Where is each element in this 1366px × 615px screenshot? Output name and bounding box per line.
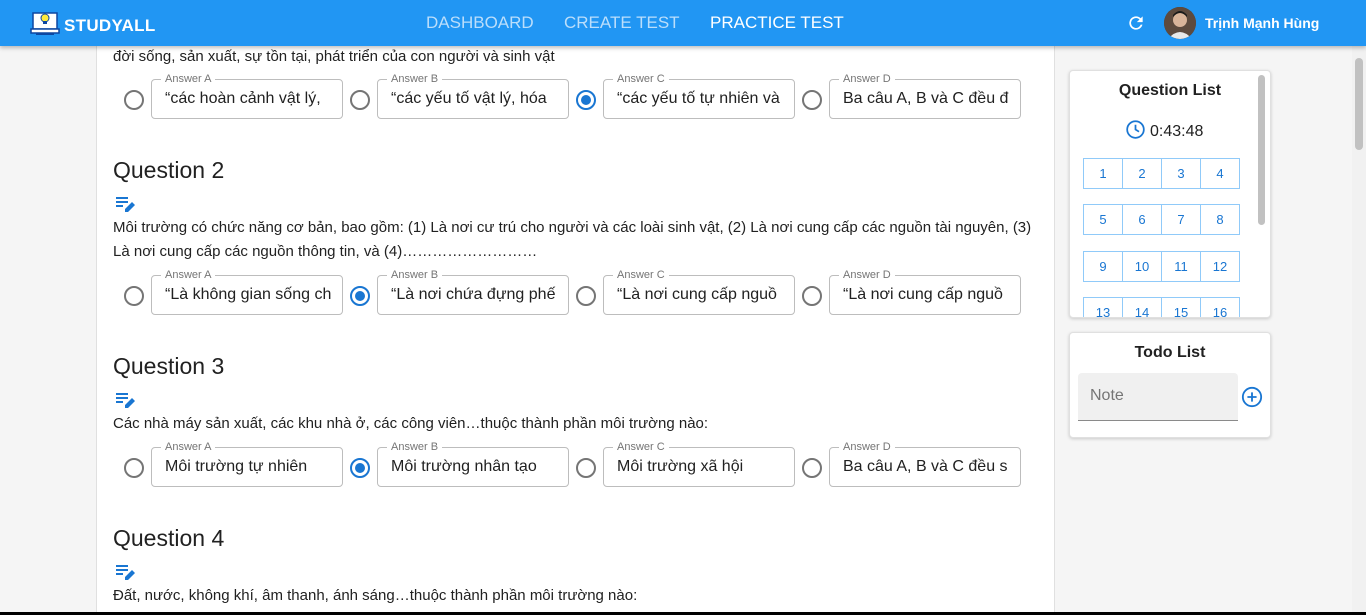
answer-label: Answer D bbox=[839, 73, 895, 85]
q2-answer-d-field[interactable]: Answer D “Là nơi cung cấp nguồ bbox=[829, 269, 1021, 315]
q2-radio-d[interactable] bbox=[802, 286, 822, 306]
question-number-7[interactable]: 7 bbox=[1161, 204, 1201, 235]
answer-value: Ba câu A, B và C đều s bbox=[843, 458, 1008, 475]
q2-answer-c-field[interactable]: Answer C “Là nơi cung cấp nguồ bbox=[603, 269, 795, 315]
q1-answer-c-field[interactable]: Answer C “các yếu tố tự nhiên và bbox=[603, 73, 795, 119]
question-number-1[interactable]: 1 bbox=[1083, 158, 1123, 189]
answer-label: Answer B bbox=[387, 441, 443, 453]
logo-icon bbox=[30, 7, 60, 44]
question-number-grid: 1 2 3 4 5 6 7 8 9 10 11 12 13 14 15 16 bbox=[1070, 150, 1256, 317]
question-3-text: Các nhà máy sản xuất, các khu nhà ở, các… bbox=[113, 415, 709, 432]
question-number-12[interactable]: 12 bbox=[1200, 251, 1240, 282]
question-list-title: Question List bbox=[1118, 82, 1222, 99]
answer-label: Answer A bbox=[161, 441, 216, 453]
edit-note-icon[interactable] bbox=[116, 391, 136, 414]
answer-label: Answer D bbox=[839, 441, 895, 453]
question-list-scrollbar[interactable] bbox=[1258, 75, 1265, 225]
answer-label: Answer B bbox=[387, 73, 443, 85]
answer-value: Môi trường nhân tạo bbox=[391, 458, 537, 475]
q2-radio-b[interactable] bbox=[350, 286, 370, 306]
logo-text: STUDYALL bbox=[64, 15, 156, 35]
q1-answer-a-field[interactable]: Answer A “các hoàn cảnh vật lý, bbox=[151, 73, 343, 119]
nav-create-test[interactable]: CREATE TEST bbox=[564, 13, 680, 33]
answer-label: Answer D bbox=[839, 269, 895, 281]
question-4-text: Đất, nước, không khí, âm thanh, ánh sáng… bbox=[113, 587, 638, 604]
answer-label: Answer B bbox=[387, 269, 443, 281]
question-number-15[interactable]: 15 bbox=[1161, 297, 1201, 317]
answer-value: “Là nơi cung cấp nguồ bbox=[843, 286, 1003, 303]
note-field[interactable] bbox=[1078, 373, 1238, 421]
edit-note-icon[interactable] bbox=[116, 563, 136, 586]
answer-value: “các hoàn cảnh vật lý, bbox=[165, 90, 321, 107]
todo-list-title: Todo List bbox=[1134, 344, 1206, 361]
question-4-title: Question 4 bbox=[113, 525, 225, 551]
clock-icon bbox=[1125, 119, 1146, 145]
user-name[interactable]: Trịnh Mạnh Hùng bbox=[1205, 15, 1319, 31]
answer-label: Answer A bbox=[161, 269, 216, 281]
app-bar: STUDYALL DASHBOARD CREATE TEST PRACTICE … bbox=[0, 0, 1366, 46]
question-number-6[interactable]: 6 bbox=[1122, 204, 1162, 235]
logo[interactable]: STUDYALL bbox=[30, 7, 156, 44]
nav-dashboard[interactable]: DASHBOARD bbox=[426, 13, 534, 33]
question-number-2[interactable]: 2 bbox=[1122, 158, 1162, 189]
answer-value: “Là nơi chứa đựng phế bbox=[391, 286, 556, 303]
q2-radio-c[interactable] bbox=[576, 286, 596, 306]
q3-answer-b-field[interactable]: Answer B Môi trường nhân tạo bbox=[377, 441, 569, 487]
q3-answer-c-field[interactable]: Answer C Môi trường xã hội bbox=[603, 441, 795, 487]
q1-radio-c[interactable] bbox=[576, 90, 596, 110]
answer-value: “các yếu tố tự nhiên và bbox=[617, 90, 780, 107]
question-number-4[interactable]: 4 bbox=[1200, 158, 1240, 189]
q2-answer-a-field[interactable]: Answer A “Là không gian sống ch bbox=[151, 269, 343, 315]
q3-answer-a-field[interactable]: Answer A Môi trường tự nhiên bbox=[151, 441, 343, 487]
q2-answer-b-field[interactable]: Answer B “Là nơi chứa đựng phế bbox=[377, 269, 569, 315]
q1-radio-b[interactable] bbox=[350, 90, 370, 110]
q1-answer-d-field[interactable]: Answer D Ba câu A, B và C đều đ bbox=[829, 73, 1021, 119]
q3-radio-b[interactable] bbox=[350, 458, 370, 478]
question-2-text: Môi trường có chức năng cơ bản, bao gồm:… bbox=[113, 219, 1032, 260]
answer-value: “các yếu tố vật lý, hóa bbox=[391, 90, 547, 107]
question-number-5[interactable]: 5 bbox=[1083, 204, 1123, 235]
q1-radio-a[interactable] bbox=[124, 90, 144, 110]
answer-label: Answer C bbox=[613, 73, 669, 85]
answer-label: Answer C bbox=[613, 269, 669, 281]
q1-radio-d[interactable] bbox=[802, 90, 822, 110]
q3-answer-d-field[interactable]: Answer D Ba câu A, B và C đều s bbox=[829, 441, 1021, 487]
add-circle-icon[interactable] bbox=[1241, 386, 1263, 413]
question-2-title: Question 2 bbox=[113, 157, 225, 183]
note-input[interactable] bbox=[1090, 387, 1230, 405]
question-1-text: đời sống, sản xuất, sự tồn tại, phát tri… bbox=[113, 48, 555, 65]
q3-radio-c[interactable] bbox=[576, 458, 596, 478]
question-number-3[interactable]: 3 bbox=[1161, 158, 1201, 189]
timer: 0:43:48 bbox=[1125, 119, 1203, 145]
answer-value: “Là nơi cung cấp nguồ bbox=[617, 286, 777, 303]
answer-label: Answer C bbox=[613, 441, 669, 453]
q3-radio-a[interactable] bbox=[124, 458, 144, 478]
nav-practice-test[interactable]: PRACTICE TEST bbox=[710, 13, 844, 33]
answer-value: Môi trường xã hội bbox=[617, 458, 744, 475]
question-number-11[interactable]: 11 bbox=[1161, 251, 1201, 282]
question-number-13[interactable]: 13 bbox=[1083, 297, 1123, 317]
q2-radio-a[interactable] bbox=[124, 286, 144, 306]
question-number-10[interactable]: 10 bbox=[1122, 251, 1162, 282]
avatar[interactable] bbox=[1164, 7, 1196, 39]
page-scrollbar-thumb[interactable] bbox=[1355, 58, 1363, 150]
question-3-title: Question 3 bbox=[113, 353, 225, 379]
edit-note-icon[interactable] bbox=[116, 195, 136, 218]
question-number-16[interactable]: 16 bbox=[1200, 297, 1240, 317]
answer-label: Answer A bbox=[161, 73, 216, 85]
answer-value: Ba câu A, B và C đều đ bbox=[843, 90, 1009, 107]
answer-value: Môi trường tự nhiên bbox=[165, 458, 308, 475]
question-number-9[interactable]: 9 bbox=[1083, 251, 1123, 282]
q1-answer-b-field[interactable]: Answer B “các yếu tố vật lý, hóa bbox=[377, 73, 569, 119]
q3-radio-d[interactable] bbox=[802, 458, 822, 478]
question-number-8[interactable]: 8 bbox=[1200, 204, 1240, 235]
answer-value: “Là không gian sống ch bbox=[165, 286, 332, 303]
timer-value: 0:43:48 bbox=[1150, 123, 1204, 140]
question-number-14[interactable]: 14 bbox=[1122, 297, 1162, 317]
refresh-icon[interactable] bbox=[1126, 13, 1146, 38]
